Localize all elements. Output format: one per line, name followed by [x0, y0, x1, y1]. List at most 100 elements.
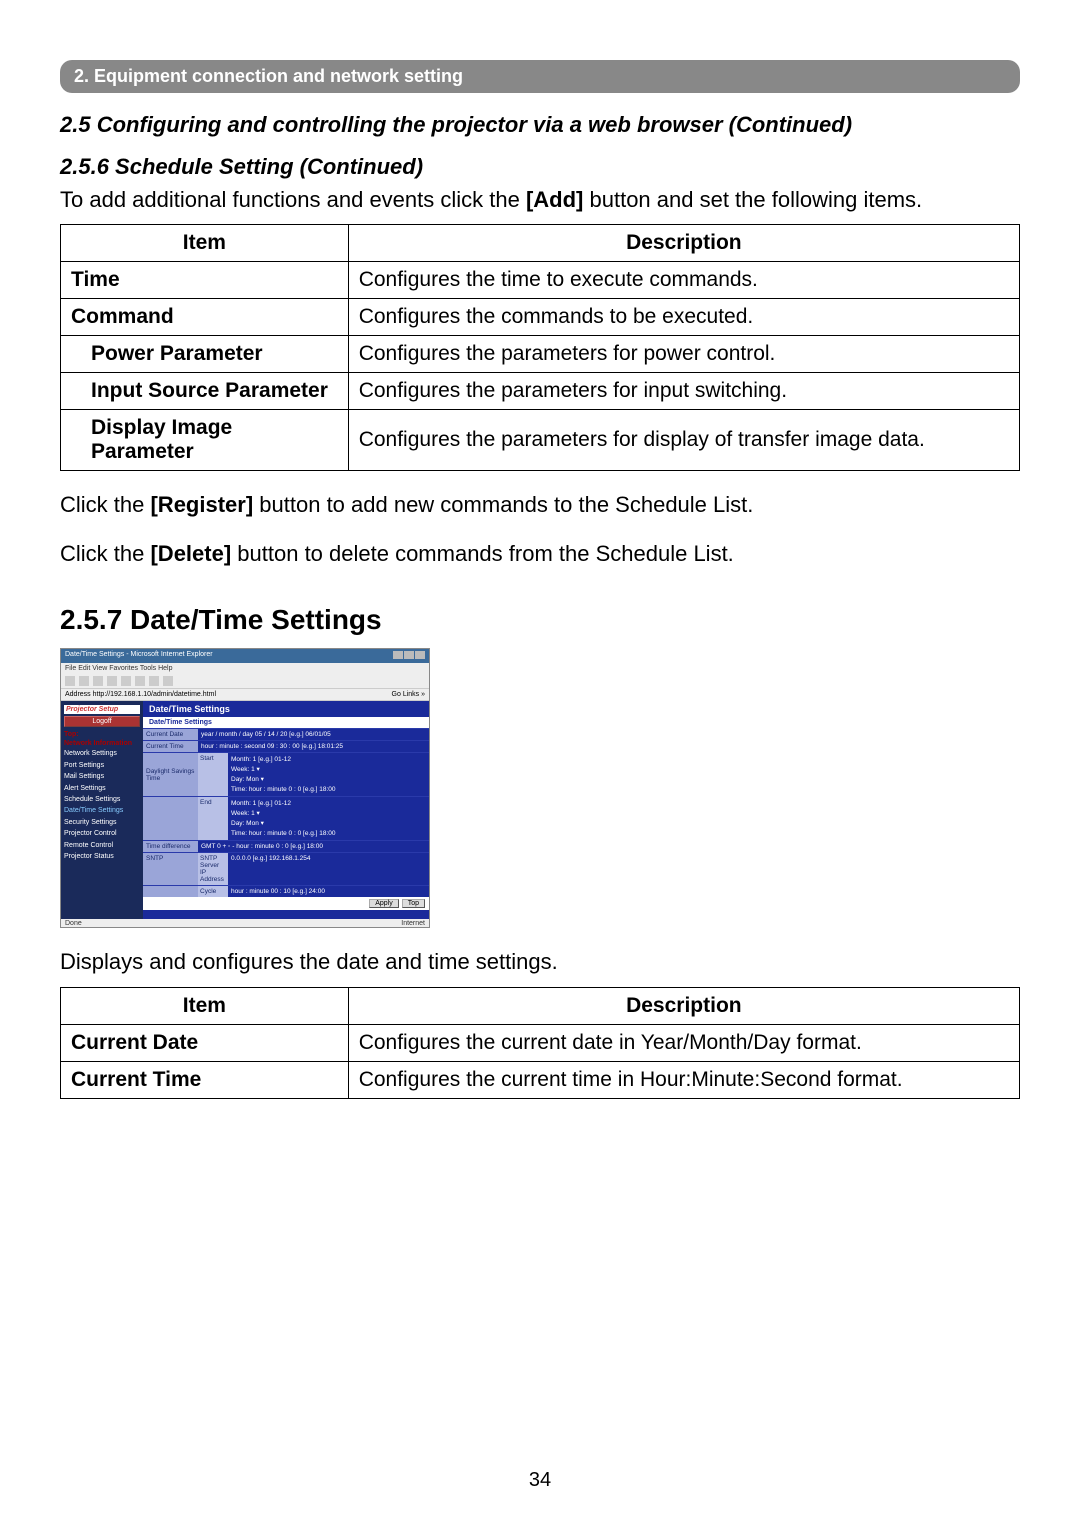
address-bar[interactable]: Address http://192.168.1.10/admin/dateti…: [61, 689, 429, 701]
logoff-button[interactable]: Logoff: [64, 716, 140, 727]
intro-paragraph: To add additional functions and events c…: [60, 186, 1020, 215]
row-dst-start: Daylight Savings Time Start Month: 1 [e.…: [143, 752, 429, 796]
media-icon[interactable]: [163, 676, 173, 686]
window-buttons[interactable]: [392, 651, 425, 661]
window-title: Date/Time Settings - Microsoft Internet …: [65, 651, 213, 661]
row-item: Current Date: [61, 1024, 349, 1061]
register-pre: Click the: [60, 492, 150, 517]
label-dst-end: End: [198, 797, 228, 840]
label-sntp: SNTP: [143, 853, 198, 885]
sidebar-item-alert-settings[interactable]: Alert Settings: [64, 785, 140, 793]
delete-paragraph: Click the [Delete] button to delete comm…: [60, 540, 1020, 569]
header-desc: Description: [348, 225, 1019, 262]
apply-button[interactable]: Apply: [369, 899, 399, 908]
sidebar-item-remote-control[interactable]: Remote Control: [64, 842, 140, 850]
main-tab-header: Date/Time Settings: [143, 701, 429, 717]
row-desc: Configures the parameters for display of…: [348, 410, 1019, 471]
sidebar-item-datetime-settings[interactable]: Date/Time Settings: [64, 807, 140, 815]
panel-title: Date/Time Settings: [143, 717, 429, 728]
row-item: Current Time: [61, 1061, 349, 1098]
sidebar-item-projector-status[interactable]: Projector Status: [64, 853, 140, 861]
sidebar-item-projector-control[interactable]: Projector Control: [64, 830, 140, 838]
row-item: Time: [61, 262, 349, 299]
add-button-label: [Add]: [526, 187, 583, 212]
register-button-label: [Register]: [150, 492, 253, 517]
value-timediff[interactable]: GMT 0 + ◦ - hour : minute 0 : 0 [e.g.] 1…: [198, 841, 429, 852]
statusbar: Done Internet: [61, 919, 429, 928]
register-paragraph: Click the [Register] button to add new c…: [60, 491, 1020, 520]
value-cycle[interactable]: hour : minute 00 : 10 [e.g.] 24:00: [228, 886, 429, 897]
home-icon[interactable]: [121, 676, 131, 686]
refresh-icon[interactable]: [107, 676, 117, 686]
favorites-icon[interactable]: [149, 676, 159, 686]
label-dst: Daylight Savings Time: [143, 753, 198, 796]
back-icon[interactable]: [65, 676, 75, 686]
row-item: Power Parameter: [61, 336, 349, 373]
subsection-title-257: 2.5.7 Date/Time Settings: [60, 604, 1020, 636]
row-current-time: Current Time hour : minute : second 09 :…: [143, 740, 429, 752]
label-sntp-spacer: [143, 886, 198, 897]
table-header-row: Item Description: [61, 987, 1020, 1024]
row-item: Command: [61, 299, 349, 336]
row-desc: Configures the parameters for input swit…: [348, 373, 1019, 410]
sidebar: Projector Setup Logoff Top: Network Info…: [61, 701, 143, 919]
sidebar-item-mail-settings[interactable]: Mail Settings: [64, 773, 140, 781]
table-row: Input Source Parameter Configures the pa…: [61, 373, 1020, 410]
main-panel: Date/Time Settings Date/Time Settings Cu…: [143, 701, 429, 919]
value-sntp-server[interactable]: 0.0.0.0 [e.g.] 192.168.1.254: [228, 853, 429, 885]
schedule-items-table: Item Description Time Configures the tim…: [60, 224, 1020, 471]
value-dst-end[interactable]: Month: 1 [e.g.] 01-12 Week: 1 ▾ Day: Mon…: [228, 797, 429, 840]
sidebar-item-schedule-settings[interactable]: Schedule Settings: [64, 796, 140, 804]
address-label: Address: [65, 691, 91, 698]
row-sntp-server: SNTP SNTP Server IP Address 0.0.0.0 [e.g…: [143, 852, 429, 885]
row-desc: Configures the parameters for power cont…: [348, 336, 1019, 373]
table-row: Command Configures the commands to be ex…: [61, 299, 1020, 336]
delete-pre: Click the: [60, 541, 150, 566]
sidebar-netinfo-label[interactable]: Network Information: [64, 740, 140, 747]
table-row: Current Time Configures the current time…: [61, 1061, 1020, 1098]
table-header-row: Item Description: [61, 225, 1020, 262]
sidebar-item-port-settings[interactable]: Port Settings: [64, 762, 140, 770]
intro-text-1: To add additional functions and events c…: [60, 187, 526, 212]
label-sntp-server: SNTP Server IP Address: [198, 853, 228, 885]
label-current-date: Current Date: [143, 729, 198, 740]
value-current-date[interactable]: year / month / day 05 / 14 / 20 [e.g.] 0…: [198, 729, 429, 740]
section-title: 2.5 Configuring and controlling the proj…: [60, 111, 1020, 140]
browser-screenshot: Date/Time Settings - Microsoft Internet …: [60, 648, 430, 928]
page-number: 34: [0, 1469, 1080, 1492]
label-current-time: Current Time: [143, 741, 198, 752]
row-sntp-cycle: Cycle hour : minute 00 : 10 [e.g.] 24:00: [143, 885, 429, 897]
forward-icon[interactable]: [79, 676, 89, 686]
para-257: Displays and configures the date and tim…: [60, 948, 1020, 977]
table-row: Display Image Parameter Configures the p…: [61, 410, 1020, 471]
row-current-date: Current Date year / month / day 05 / 14 …: [143, 728, 429, 740]
sidebar-item-security-settings[interactable]: Security Settings: [64, 819, 140, 827]
label-dst-start: Start: [198, 753, 228, 796]
header-desc: Description: [348, 987, 1019, 1024]
value-current-time[interactable]: hour : minute : second 09 : 30 : 00 [e.g…: [198, 741, 429, 752]
row-desc: Configures the current date in Year/Mont…: [348, 1024, 1019, 1061]
register-post: button to add new commands to the Schedu…: [253, 492, 753, 517]
address-value[interactable]: http://192.168.1.10/admin/datetime.html: [93, 691, 216, 698]
subsection-title-256: 2.5.6 Schedule Setting (Continued): [60, 154, 1020, 180]
menubar[interactable]: File Edit View Favorites Tools Help: [61, 663, 429, 674]
delete-button-label: [Delete]: [150, 541, 231, 566]
row-desc: Configures the commands to be executed.: [348, 299, 1019, 336]
row-timediff: Time difference GMT 0 + ◦ - hour : minut…: [143, 840, 429, 852]
address-right[interactable]: Go Links »: [392, 691, 425, 698]
header-item: Item: [61, 225, 349, 262]
stop-icon[interactable]: [93, 676, 103, 686]
intro-text-2: button and set the following items.: [583, 187, 922, 212]
value-dst-start[interactable]: Month: 1 [e.g.] 01-12 Week: 1 ▾ Day: Mon…: [228, 753, 429, 796]
statusbar-right: Internet: [401, 920, 425, 927]
row-desc: Configures the current time in Hour:Minu…: [348, 1061, 1019, 1098]
search-icon[interactable]: [135, 676, 145, 686]
datetime-items-table: Item Description Current Date Configures…: [60, 987, 1020, 1099]
top-button[interactable]: Top: [402, 899, 425, 908]
statusbar-left: Done: [65, 920, 82, 927]
window-titlebar: Date/Time Settings - Microsoft Internet …: [61, 649, 429, 663]
header-item: Item: [61, 987, 349, 1024]
sidebar-item-network-settings[interactable]: Network Settings: [64, 750, 140, 758]
table-row: Time Configures the time to execute comm…: [61, 262, 1020, 299]
toolbar[interactable]: [61, 674, 429, 689]
